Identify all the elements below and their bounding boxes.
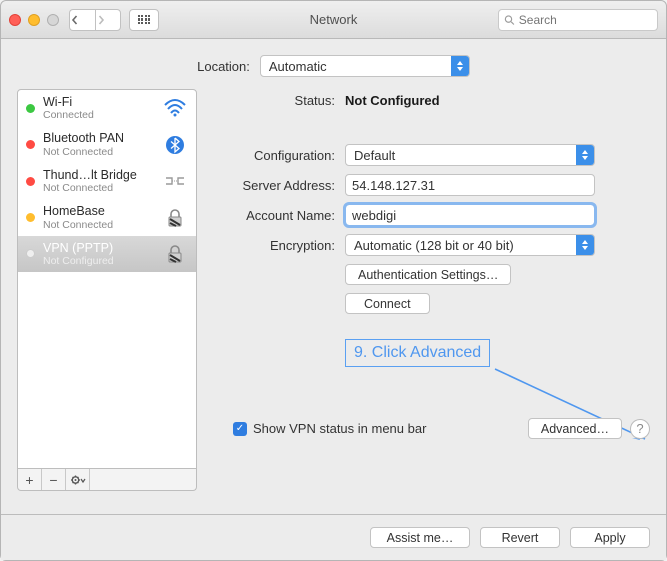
help-button[interactable]: ?: [630, 419, 650, 439]
thunderbolt-icon: [162, 171, 188, 191]
sidebar-item-status: Not Connected: [43, 219, 154, 231]
sidebar-item-status: Not Connected: [43, 146, 154, 158]
sidebar-item-name: Wi-Fi: [43, 95, 154, 109]
configuration-value: Default: [354, 148, 395, 163]
minus-icon: −: [49, 472, 57, 488]
show-vpn-status-checkbox[interactable]: ✓ Show VPN status in menu bar: [233, 421, 426, 436]
location-select[interactable]: Automatic: [260, 55, 470, 77]
status-dot-idle: [26, 213, 35, 222]
sidebar-footer: + −: [17, 469, 197, 491]
plus-icon: +: [25, 472, 33, 488]
apply-button[interactable]: Apply: [570, 527, 650, 548]
service-actions-button[interactable]: [66, 469, 90, 490]
sidebar-item-vpn-pptp[interactable]: VPN (PPTP) Not Configured: [18, 236, 196, 272]
auth-settings-button[interactable]: Authentication Settings…: [345, 264, 511, 285]
status-label: Status:: [215, 93, 345, 108]
bluetooth-icon: [162, 135, 188, 155]
revert-button[interactable]: Revert: [480, 527, 560, 548]
sidebar-item-status: Not Configured: [43, 255, 154, 267]
encryption-value: Automatic (128 bit or 40 bit): [354, 238, 514, 253]
server-address-label: Server Address:: [215, 178, 345, 193]
remove-service-button[interactable]: −: [42, 469, 66, 490]
sidebar-item-bluetooth[interactable]: Bluetooth PAN Not Connected: [18, 126, 196, 162]
gear-icon: [70, 474, 86, 486]
sidebar-item-status: Connected: [43, 109, 154, 121]
show-all-button[interactable]: [129, 9, 159, 31]
sidebar-item-name: VPN (PPTP): [43, 241, 154, 255]
minimize-button[interactable]: [28, 14, 40, 26]
status-dot-disconnected: [26, 140, 35, 149]
status-dot-unconfigured: [26, 249, 35, 258]
assist-me-button[interactable]: Assist me…: [370, 527, 470, 548]
search-field[interactable]: [498, 9, 658, 31]
network-preferences-window: Network Location: Automatic: [0, 0, 667, 561]
details-panel: Status: Not Configured Configuration: De…: [215, 89, 650, 491]
encryption-label: Encryption:: [215, 238, 345, 253]
sidebar-item-name: Thund…lt Bridge: [43, 168, 154, 182]
connect-button[interactable]: Connect: [345, 293, 430, 314]
wifi-icon: [162, 98, 188, 118]
select-arrows-icon: [576, 235, 594, 255]
sidebar-item-wifi[interactable]: Wi-Fi Connected: [18, 90, 196, 126]
configuration-label: Configuration:: [215, 148, 345, 163]
close-button[interactable]: [9, 14, 21, 26]
checkbox-checked-icon: ✓: [233, 422, 247, 436]
chevron-left-icon: [70, 15, 80, 25]
vpn-lock-icon: [162, 244, 188, 264]
location-value: Automatic: [269, 59, 327, 74]
grid-icon: [138, 15, 151, 24]
show-vpn-status-label: Show VPN status in menu bar: [253, 421, 426, 436]
sidebar-item-name: Bluetooth PAN: [43, 131, 154, 145]
nav-buttons: [69, 9, 121, 31]
titlebar: Network: [1, 1, 666, 39]
account-name-label: Account Name:: [215, 208, 345, 223]
advanced-button[interactable]: Advanced…: [528, 418, 622, 439]
encryption-select[interactable]: Automatic (128 bit or 40 bit): [345, 234, 595, 256]
vpn-lock-icon: [162, 208, 188, 228]
forward-button[interactable]: [95, 9, 121, 31]
tutorial-annotation: 9. Click Advanced: [345, 339, 490, 367]
status-dot-disconnected: [26, 177, 35, 186]
location-row: Location: Automatic: [17, 39, 650, 89]
configuration-select[interactable]: Default: [345, 144, 595, 166]
account-name-input[interactable]: [345, 204, 595, 226]
sidebar-item-homebase[interactable]: HomeBase Not Connected: [18, 199, 196, 235]
search-icon: [504, 14, 515, 26]
bottom-bar: Assist me… Revert Apply: [1, 514, 666, 560]
chevron-right-icon: [96, 15, 106, 25]
select-arrows-icon: [576, 145, 594, 165]
services-sidebar: Wi-Fi Connected Bluetooth PAN Not Connec…: [17, 89, 197, 469]
server-address-input[interactable]: [345, 174, 595, 196]
window-controls: [9, 14, 59, 26]
sidebar-item-thunderbolt[interactable]: Thund…lt Bridge Not Connected: [18, 163, 196, 199]
add-service-button[interactable]: +: [18, 469, 42, 490]
select-arrows-icon: [451, 56, 469, 76]
back-button[interactable]: [69, 9, 95, 31]
location-label: Location:: [197, 59, 250, 74]
sidebar-item-status: Not Connected: [43, 182, 154, 194]
status-value: Not Configured: [345, 93, 650, 108]
zoom-button: [47, 14, 59, 26]
search-input[interactable]: [519, 13, 652, 27]
sidebar-item-name: HomeBase: [43, 204, 154, 218]
status-dot-connected: [26, 104, 35, 113]
